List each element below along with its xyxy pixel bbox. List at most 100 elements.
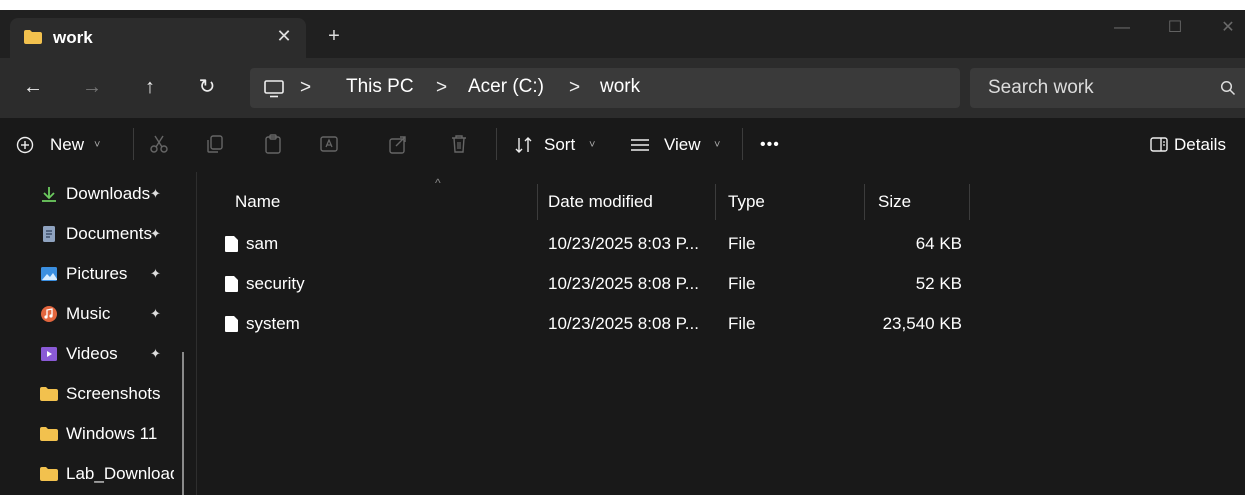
column-header-name[interactable]: Name xyxy=(235,182,535,222)
sort-button[interactable]: Sort ˅ xyxy=(514,132,610,158)
file-name: sam xyxy=(246,234,279,253)
plus-circle-icon xyxy=(16,136,34,154)
computer-icon xyxy=(264,80,284,98)
pin-icon: ✦ xyxy=(150,186,161,201)
navigation-pane: Downloads ✦ Documents ✦ Pictures ✦ Music… xyxy=(0,172,197,495)
view-label: View xyxy=(664,135,701,154)
file-date-modified: 10/23/2025 8:03 P... xyxy=(548,234,699,253)
up-button[interactable]: ↑ xyxy=(135,72,165,102)
toolbar-divider xyxy=(496,128,497,160)
navigation-bar: ← → ↑ ↻ > This PC > Acer (C:) > work Sea… xyxy=(0,58,1245,118)
column-header-size[interactable]: Size xyxy=(878,182,968,222)
column-header-date-modified[interactable]: Date modified xyxy=(548,182,713,222)
delete-icon[interactable] xyxy=(448,133,470,155)
more-options-button[interactable]: ••• xyxy=(760,132,780,158)
sidebar-item-lab-downloads[interactable]: Lab_Downloads xyxy=(0,454,180,494)
download-icon xyxy=(42,187,56,202)
new-tab-button[interactable]: + xyxy=(322,24,346,48)
column-divider xyxy=(969,184,970,220)
file-size: 64 KB xyxy=(915,234,962,253)
pin-icon: ✦ xyxy=(150,346,161,361)
rename-icon[interactable] xyxy=(318,133,340,155)
paste-icon[interactable] xyxy=(262,133,284,155)
folder-icon xyxy=(24,30,42,44)
sidebar-item-videos[interactable]: Videos ✦ xyxy=(0,334,180,374)
command-bar: New ˅ Sort ˅ View ˅ ••• Details xyxy=(0,118,1245,172)
sidebar-item-pictures[interactable]: Pictures ✦ xyxy=(0,254,180,294)
sort-label: Sort xyxy=(544,135,576,154)
search-icon xyxy=(1220,80,1236,96)
breadcrumb-acer-c[interactable]: Acer (C:) xyxy=(468,76,544,98)
new-label: New xyxy=(50,135,85,154)
file-name: system xyxy=(246,314,300,333)
sidebar-item-downloads[interactable]: Downloads ✦ xyxy=(0,174,180,214)
close-tab-icon[interactable]: ✕ xyxy=(272,24,296,48)
title-bar: work ✕ + — ☐ ✕ xyxy=(0,10,1245,58)
pin-icon: ✦ xyxy=(150,266,161,281)
tab-work[interactable]: work ✕ xyxy=(10,18,306,58)
details-label: Details xyxy=(1174,135,1226,154)
maximize-button[interactable]: ☐ xyxy=(1155,10,1195,50)
search-placeholder: Search work xyxy=(988,77,1094,98)
pin-icon: ✦ xyxy=(150,306,161,321)
breadcrumb-separator: > xyxy=(300,77,312,98)
file-row-security[interactable]: security 10/23/2025 8:08 P... File 52 KB xyxy=(197,264,977,304)
breadcrumb-this-pc[interactable]: This PC xyxy=(346,76,414,98)
file-type: File xyxy=(728,234,756,253)
file-date-modified: 10/23/2025 8:08 P... xyxy=(548,314,699,333)
toolbar-divider xyxy=(742,128,743,160)
sort-icon xyxy=(515,137,532,153)
file-size: 52 KB xyxy=(915,274,962,293)
address-bar[interactable]: > This PC > Acer (C:) > work xyxy=(250,68,960,108)
file-row-system[interactable]: system 10/23/2025 8:08 P... File 23,540 … xyxy=(197,304,977,344)
search-input[interactable]: Search work xyxy=(970,68,1245,108)
new-button[interactable]: New ˅ xyxy=(16,132,126,158)
file-type: File xyxy=(728,314,756,333)
close-window-button[interactable]: ✕ xyxy=(1208,10,1245,50)
folder-icon xyxy=(40,467,58,481)
sidebar-item-label: Lab_Downloads xyxy=(66,464,174,483)
back-button[interactable]: ← xyxy=(18,72,48,102)
sidebar-scrollbar[interactable] xyxy=(182,352,184,495)
sidebar-item-windows-11[interactable]: Windows 11 xyxy=(0,414,180,454)
view-button[interactable]: View ˅ xyxy=(630,132,740,158)
sidebar-item-documents[interactable]: Documents ✦ xyxy=(0,214,180,254)
file-icon xyxy=(225,316,238,332)
file-name: security xyxy=(246,274,305,293)
copy-icon[interactable] xyxy=(204,133,226,155)
sidebar-item-label: Screenshots xyxy=(66,384,161,403)
file-row-sam[interactable]: sam 10/23/2025 8:03 P... File 64 KB xyxy=(197,224,977,264)
view-lines-icon xyxy=(631,139,649,151)
file-type: File xyxy=(728,274,756,293)
cut-icon[interactable] xyxy=(148,133,170,155)
forward-button[interactable]: → xyxy=(77,72,107,102)
file-explorer-window: work ✕ + — ☐ ✕ ← → ↑ ↻ > This PC > Acer … xyxy=(0,10,1245,495)
sidebar-item-label: Windows 11 xyxy=(66,424,158,443)
breadcrumb-separator: > xyxy=(569,77,581,98)
sidebar-item-screenshots[interactable]: Screenshots xyxy=(0,374,180,414)
column-header-type[interactable]: Type xyxy=(728,182,858,222)
breadcrumb-work[interactable]: work xyxy=(600,76,640,98)
file-icon xyxy=(225,276,238,292)
sidebar-item-music[interactable]: Music ✦ xyxy=(0,294,180,334)
column-divider xyxy=(715,184,716,220)
music-icon xyxy=(41,306,57,322)
folder-icon xyxy=(40,427,58,441)
refresh-button[interactable]: ↻ xyxy=(192,72,222,102)
pin-icon: ✦ xyxy=(150,226,161,241)
file-date-modified: 10/23/2025 8:08 P... xyxy=(548,274,699,293)
videos-icon xyxy=(41,347,57,361)
details-pane-button[interactable]: Details xyxy=(1150,132,1245,158)
folder-icon xyxy=(40,387,58,401)
minimize-button[interactable]: — xyxy=(1102,10,1142,50)
file-list: ^ Name Date modified Type Size sam 10/23… xyxy=(197,172,1245,495)
file-size: 23,540 KB xyxy=(882,314,962,333)
document-icon xyxy=(43,226,55,242)
breadcrumb-separator: > xyxy=(436,77,448,98)
chevron-down-icon: ˅ xyxy=(94,139,101,151)
tab-title: work xyxy=(53,28,93,47)
column-divider xyxy=(864,184,865,220)
share-icon[interactable] xyxy=(387,133,409,155)
file-icon xyxy=(225,236,238,252)
chevron-down-icon: ˅ xyxy=(714,139,721,151)
